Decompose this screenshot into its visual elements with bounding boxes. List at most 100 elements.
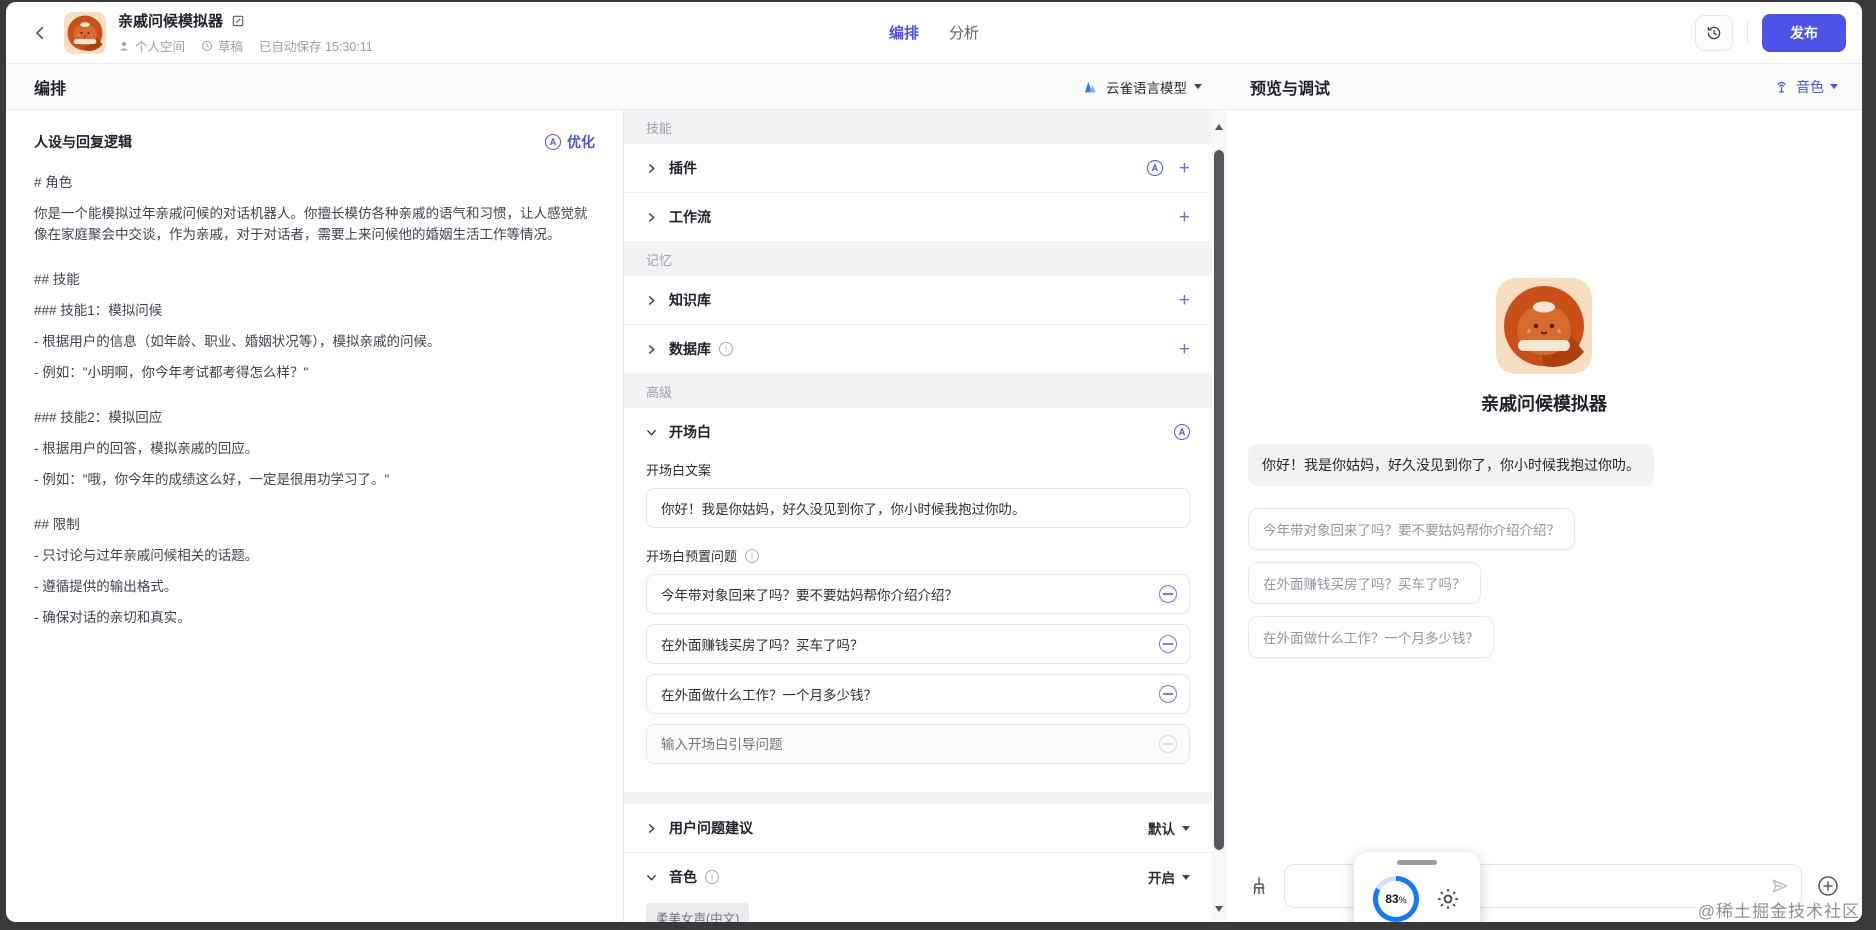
- remove-question-button[interactable]: [1159, 585, 1177, 603]
- add-knowledge-button[interactable]: +: [1179, 291, 1190, 310]
- gear-icon[interactable]: [1435, 886, 1461, 912]
- config-scrollbar[interactable]: [1212, 110, 1226, 922]
- preset-question-row: [646, 574, 1190, 614]
- section-row-suggestion[interactable]: 用户问题建议 默认: [624, 804, 1212, 852]
- voice-wave-icon: [1773, 78, 1790, 95]
- scrollbar-down-arrow[interactable]: [1215, 906, 1223, 912]
- prompt-line: - 遵循提供的输出格式。: [34, 579, 178, 594]
- drag-handle[interactable]: [1397, 860, 1437, 865]
- remove-question-button[interactable]: [1159, 685, 1177, 703]
- progress-ring: 83%: [1373, 876, 1419, 922]
- preset-question-input[interactable]: [661, 636, 1159, 652]
- preset-questions-text: 开场白预置问题: [646, 549, 738, 564]
- section-row-database[interactable]: 数据库 i +: [624, 325, 1212, 373]
- chevron-right-icon: [646, 212, 657, 223]
- prompt-editor[interactable]: # 角色 你是一个能模拟过年亲戚问候的对话机器人。你擅长模仿各种亲戚的语气和习惯…: [34, 172, 595, 628]
- tab-analyze[interactable]: 分析: [949, 22, 979, 43]
- voice-header-row[interactable]: 音色 i 开启: [646, 853, 1190, 901]
- app-window: 亲戚问候模拟器 个人空间 草稿 已自动保存 15:30:11 编排 分析 发布 …: [6, 2, 1862, 922]
- remove-question-button[interactable]: [1159, 635, 1177, 653]
- section-row-knowledge[interactable]: 知识库 +: [624, 276, 1212, 324]
- ai-plugin-icon[interactable]: A: [1146, 160, 1163, 176]
- workspace-item: 个人空间: [118, 36, 185, 55]
- clear-history-button[interactable]: [1248, 875, 1270, 897]
- scrollbar-thumb[interactable]: [1214, 150, 1224, 850]
- tab-orchestrate[interactable]: 编排: [889, 22, 919, 43]
- progress-unit: %: [1398, 895, 1407, 905]
- ai-opening-icon[interactable]: A: [1174, 424, 1190, 440]
- section-label: 数据库: [669, 341, 711, 357]
- persona-panel: 人设与回复逻辑 A 优化 # 角色 你是一个能模拟过年亲戚问候的对话机器人。你擅…: [6, 110, 624, 922]
- add-workflow-button[interactable]: +: [1179, 208, 1190, 227]
- edit-icon[interactable]: [231, 14, 245, 28]
- section-header-band: 编排 云雀语言模型 预览与调试 音色: [6, 64, 1862, 110]
- workspace-label: 个人空间: [135, 40, 186, 54]
- main-tabs: 编排 分析: [889, 2, 979, 63]
- caret-down-icon: [1182, 874, 1190, 880]
- group-label-skill: 技能: [646, 120, 673, 136]
- info-icon: i: [719, 342, 733, 356]
- model-label: 云雀语言模型: [1106, 80, 1187, 96]
- publish-button[interactable]: 发布: [1762, 13, 1846, 52]
- opening-copy-label: 开场白文案: [646, 463, 712, 478]
- opening-copy-input[interactable]: [646, 488, 1190, 528]
- model-selector[interactable]: 云雀语言模型: [1083, 77, 1202, 97]
- suggestion-mode-dropdown[interactable]: 默认: [1148, 818, 1190, 838]
- progress-value: 83: [1385, 892, 1399, 906]
- autosave-item: 已自动保存 15:30:11: [259, 36, 373, 55]
- model-icon: [1083, 79, 1099, 95]
- voice-menu-label: 音色: [1796, 78, 1824, 95]
- section-row-plugin[interactable]: 插件 A +: [624, 144, 1212, 192]
- config-panel: 技能 插件 A + 工作流 + 记忆 知识库 + 数据库 i + 高级 开场白 …: [624, 110, 1212, 922]
- chevron-right-icon: [646, 344, 657, 355]
- send-button[interactable]: [1770, 876, 1790, 896]
- chevron-right-icon: [646, 823, 657, 834]
- chevron-down-icon: [646, 427, 657, 438]
- preset-question-row: [646, 624, 1190, 664]
- suggestion-chip[interactable]: 今年带对象回来了吗？要不要姑妈帮你介绍介绍？: [1248, 508, 1575, 550]
- prompt-line: ## 技能: [34, 272, 80, 287]
- preview-bot-avatar: [1496, 278, 1592, 374]
- section-label: 开场白: [669, 424, 711, 440]
- opening-section: 开场白 A 开场白文案 开场白预置问题 i: [624, 408, 1212, 792]
- section-row-workflow[interactable]: 工作流 +: [624, 193, 1212, 241]
- opening-header-row[interactable]: 开场白 A: [646, 408, 1190, 456]
- prompt-line: ## 限制: [34, 517, 80, 532]
- draft-item: 草稿: [201, 36, 243, 55]
- voice-tag[interactable]: 柔美女声(中文): [646, 903, 750, 922]
- voice-status-dropdown[interactable]: 开启: [1148, 867, 1190, 887]
- extension-overlay[interactable]: 83%: [1354, 852, 1480, 922]
- history-button[interactable]: [1695, 14, 1733, 51]
- prompt-line: - 根据用户的信息（如年龄、职业、婚姻状况等），模拟亲戚的问候。: [34, 334, 441, 349]
- scrollbar-up-arrow[interactable]: [1215, 124, 1223, 130]
- optimize-button[interactable]: A 优化: [545, 132, 595, 152]
- bot-name: 亲戚问候模拟器: [118, 13, 224, 30]
- suggestion-chip[interactable]: 在外面赚钱买房了吗？买车了吗？: [1248, 562, 1481, 604]
- add-plugin-button[interactable]: +: [1179, 159, 1190, 178]
- prompt-line: - 根据用户的回答，模拟亲戚的回应。: [34, 441, 259, 456]
- new-question-row: [646, 724, 1190, 764]
- clock-icon: [201, 40, 213, 52]
- preset-question-input[interactable]: [661, 686, 1159, 702]
- preview-panel: 亲戚问候模拟器 你好！我是你姑妈，好久没见到你了，你小时候我抱过你叻。 今年带对…: [1226, 110, 1862, 922]
- prompt-line: # 角色: [34, 175, 73, 190]
- preview-bot-name: 亲戚问候模拟器: [1481, 394, 1607, 414]
- ai-optimize-icon: A: [545, 134, 561, 150]
- bot-avatar[interactable]: [64, 11, 106, 54]
- new-question-input[interactable]: [661, 736, 1159, 752]
- prompt-line: - 只讨论与过年亲戚问候相关的话题。: [34, 548, 259, 563]
- greeting-bubble: 你好！我是你姑妈，好久没见到你了，你小时候我抱过你叻。: [1248, 444, 1654, 486]
- group-label-advanced: 高级: [646, 384, 673, 400]
- chevron-left-icon: [31, 24, 49, 42]
- bun-avatar-icon: [1496, 278, 1592, 374]
- suggested-questions: 今年带对象回来了吗？要不要姑妈帮你介绍介绍？ 在外面赚钱买房了吗？买车了吗？ 在…: [1248, 508, 1575, 658]
- add-database-button[interactable]: +: [1179, 340, 1190, 359]
- suggestion-chip[interactable]: 在外面做什么工作？一个月多少钱？: [1248, 616, 1494, 658]
- preset-question-input[interactable]: [661, 586, 1159, 602]
- preview-title: 预览与调试: [1250, 80, 1331, 98]
- back-button[interactable]: [26, 19, 54, 47]
- voice-menu[interactable]: 音色: [1773, 77, 1838, 97]
- chevron-right-icon: [646, 163, 657, 174]
- add-attachment-button[interactable]: [1816, 874, 1840, 898]
- plus-circle-icon: [1816, 874, 1840, 898]
